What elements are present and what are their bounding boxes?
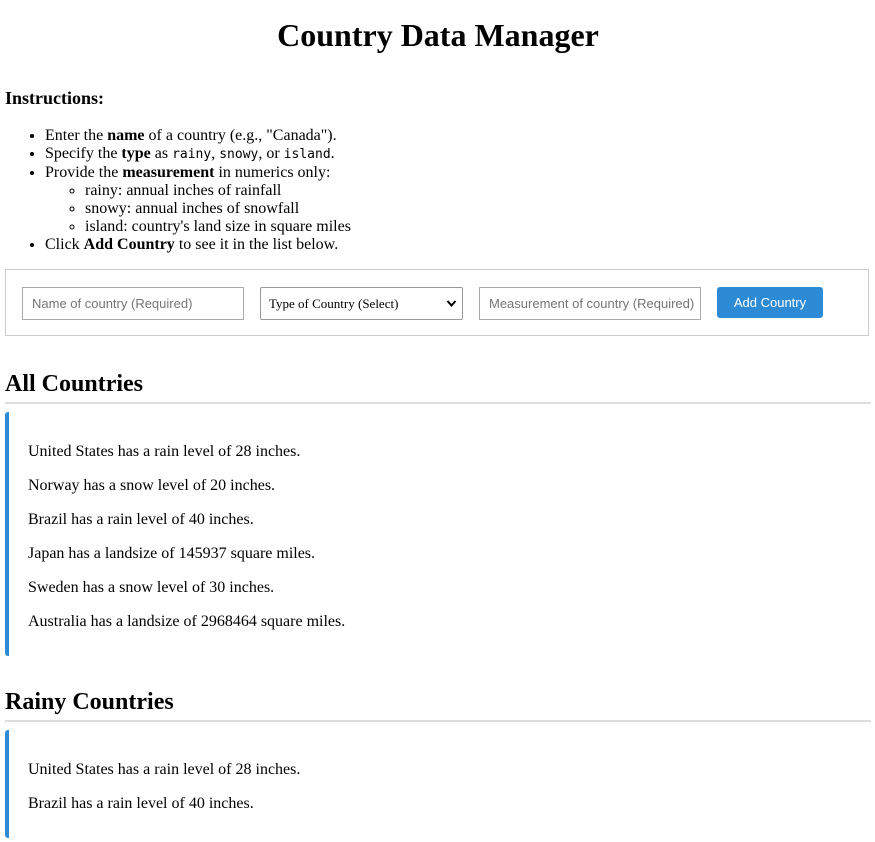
sub-item-snowy: snowy: annual inches of snowfall: [85, 200, 351, 218]
instruction-text: , or: [258, 145, 284, 162]
instruction-text: Enter the: [45, 127, 108, 144]
chevron-down-icon: [446, 288, 457, 319]
add-country-button[interactable]: Add Country: [717, 287, 823, 318]
rainy-countries-heading: Rainy Countries: [5, 688, 871, 722]
instruction-text: in numerics only:: [214, 164, 331, 181]
instruction-text: Click: [45, 236, 84, 253]
add-country-form: Name of country (Required) Type of Count…: [5, 269, 869, 336]
instruction-text: .: [330, 145, 335, 162]
instruction-name: Enter the name of a country (e.g., "Cana…: [45, 127, 351, 145]
instruction-code: rainy: [172, 147, 212, 162]
instruction-text: to see it in the list below.: [174, 236, 339, 253]
list-item: Japan has a landsize of 145937 square mi…: [28, 545, 316, 562]
instruction-measurement: Provide the measurement in numerics only…: [45, 164, 351, 236]
country-type-select[interactable]: Type of Country (Select): [260, 287, 463, 320]
instruction-text: Specify the: [45, 145, 122, 162]
measurement-sub-list: rainy: annual inches of rainfall snowy: …: [45, 182, 351, 236]
list-item: Brazil has a rain level of 40 inches.: [28, 795, 254, 812]
country-name-input[interactable]: Name of country (Required): [22, 287, 244, 320]
instruction-code: snowy: [219, 147, 259, 162]
list-item: United States has a rain level of 28 inc…: [28, 761, 301, 778]
list-item: Norway has a snow level of 20 inches.: [28, 477, 276, 494]
instruction-bold: name: [107, 127, 145, 144]
all-countries-heading: All Countries: [5, 370, 871, 404]
rainy-countries-list: United States has a rain level of 28 inc…: [5, 730, 871, 838]
select-value: Type of Country (Select): [269, 296, 399, 311]
list-item: United States has a rain level of 28 inc…: [28, 443, 301, 460]
list-item: Brazil has a rain level of 40 inches.: [28, 511, 254, 528]
instruction-bold: type: [121, 145, 151, 162]
instruction-bold: measurement: [122, 164, 215, 181]
instruction-add: Click Add Country to see it in the list …: [45, 236, 351, 254]
instruction-text: Provide the: [45, 164, 123, 181]
instruction-type: Specify the type as rainy, snowy, or isl…: [45, 145, 351, 164]
list-item: Sweden has a snow level of 30 inches.: [28, 579, 275, 596]
sub-item-rainy: rainy: annual inches of rainfall: [85, 182, 351, 200]
instructions-list: Enter the name of a country (e.g., "Cana…: [5, 127, 351, 254]
all-countries-list: United States has a rain level of 28 inc…: [5, 412, 871, 656]
list-item: Australia has a landsize of 2968464 squa…: [28, 613, 346, 630]
instruction-bold: Add Country: [83, 236, 175, 253]
instruction-text: of a country (e.g., "Canada").: [144, 127, 337, 144]
instruction-text: as: [150, 145, 173, 162]
page-title: Country Data Manager: [277, 17, 599, 53]
measurement-input[interactable]: Measurement of country (Required): [479, 287, 701, 320]
instructions-heading: Instructions:: [5, 88, 105, 108]
instruction-code: island: [283, 147, 331, 162]
sub-item-island: island: country's land size in square mi…: [85, 218, 351, 236]
